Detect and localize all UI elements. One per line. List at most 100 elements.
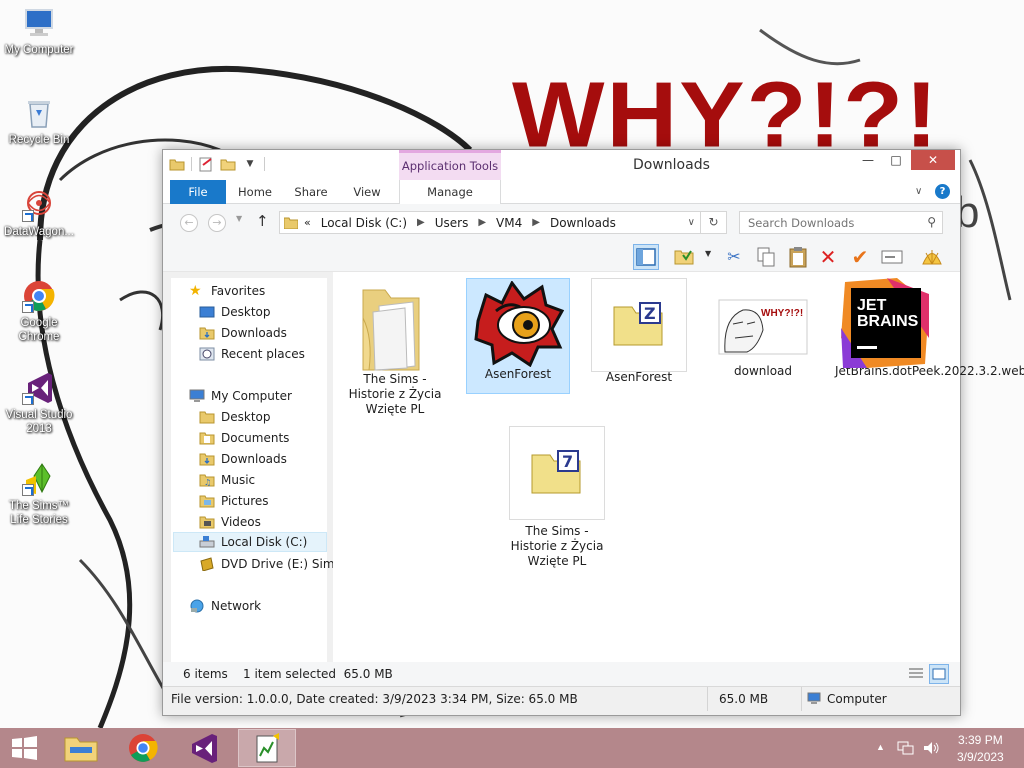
rename-icon[interactable] <box>879 244 905 270</box>
nav-computer-documents[interactable]: Documents <box>199 428 289 448</box>
breadcrumb-overflow[interactable]: « <box>304 216 311 229</box>
maximize-button[interactable]: □ <box>883 150 909 170</box>
forward-button[interactable]: → <box>208 214 226 232</box>
start-button[interactable] <box>0 729 50 767</box>
file-item-selected[interactable]: AsenForest <box>466 278 570 394</box>
desktop-icon-recycle-bin[interactable]: Recycle Bin <box>1 96 77 147</box>
taskbar-visual-studio[interactable] <box>176 729 234 767</box>
address-dropdown-icon[interactable]: ∨ <box>688 217 695 228</box>
checkmark-icon[interactable]: ✔ <box>847 244 873 270</box>
nav-label: Documents <box>221 431 290 445</box>
folder-options-icon[interactable] <box>671 244 697 270</box>
status-details: File version: 1.0.0.0, Date created: 3/9… <box>171 692 578 706</box>
breadcrumb-local-disk[interactable]: Local Disk (C:) <box>321 216 407 230</box>
properties-icon[interactable] <box>198 156 214 172</box>
expand-ribbon-icon[interactable]: ∨ <box>915 186 922 197</box>
taskbar-chrome[interactable] <box>114 729 172 767</box>
star-icon: ★ <box>189 283 202 299</box>
tab-share[interactable]: Share <box>285 180 337 204</box>
clock-time[interactable]: 3:39 PM <box>958 733 1003 747</box>
nav-favorites-desktop[interactable]: Desktop <box>199 302 271 322</box>
tab-view[interactable]: View <box>341 180 393 204</box>
breadcrumb-downloads[interactable]: Downloads <box>550 216 616 230</box>
tab-manage[interactable]: Manage <box>399 180 501 204</box>
help-icon[interactable]: ? <box>935 184 950 199</box>
refresh-button[interactable]: ↻ <box>701 211 727 234</box>
nav-favorites[interactable]: ★ Favorites <box>189 281 265 301</box>
desktop-icon-google-chrome[interactable]: Google Chrome <box>1 279 77 344</box>
cut-icon[interactable]: ✂ <box>721 244 747 270</box>
preview-pane-icon[interactable] <box>633 244 659 270</box>
downloads-folder-icon <box>199 452 215 466</box>
nav-my-computer[interactable]: My Computer <box>189 386 292 406</box>
volume-icon[interactable] <box>922 740 940 759</box>
close-button[interactable]: ✕ <box>911 150 955 170</box>
minimize-button[interactable]: — <box>855 150 881 170</box>
desktop-icon-my-computer[interactable]: My Computer <box>1 6 77 57</box>
breadcrumb-separator: ▶ <box>532 217 540 228</box>
file-name: AsenForest <box>484 367 552 381</box>
file-item[interactable]: Z AsenForest <box>591 278 687 385</box>
nav-label: Recent places <box>221 347 305 361</box>
back-button[interactable]: ← <box>180 214 198 232</box>
copy-icon[interactable] <box>753 244 779 270</box>
pictures-folder-icon <box>199 494 215 508</box>
file-item[interactable]: WHY?!?! download <box>715 278 811 379</box>
desktop-icon-datawagon[interactable]: DataWagon... <box>1 188 77 239</box>
search-icon[interactable]: ⚲ <box>927 215 936 229</box>
tab-file[interactable]: File <box>170 180 226 204</box>
datawagon-icon <box>22 188 56 222</box>
large-icons-view-icon[interactable] <box>929 664 949 684</box>
title-bar[interactable]: ▼ Application Tools Downloads — □ ✕ <box>163 150 960 180</box>
breadcrumb-vm4[interactable]: VM4 <box>496 216 522 230</box>
nav-computer-videos[interactable]: Videos <box>199 512 261 532</box>
customize-qat-icon[interactable]: ▼ <box>242 156 258 172</box>
clock-date[interactable]: 3/9/2023 <box>957 750 1004 764</box>
nav-computer-dvd-drive[interactable]: DVD Drive (E:) SimsL <box>199 554 347 574</box>
up-button[interactable]: ↑ <box>256 212 269 230</box>
file-item[interactable]: 7 The Sims - Historie z Życia Wzięte PL <box>509 426 605 569</box>
address-bar[interactable]: « Local Disk (C:) ▶ Users ▶ VM4 ▶ Downlo… <box>279 211 701 234</box>
nav-computer-downloads[interactable]: Downloads <box>199 449 287 469</box>
nav-label: Downloads <box>221 326 287 340</box>
nav-favorites-downloads[interactable]: Downloads <box>199 323 287 343</box>
shell-icon[interactable] <box>919 244 945 270</box>
tab-home[interactable]: Home <box>229 180 281 204</box>
quick-access-toolbar: ▼ <box>169 156 265 172</box>
desktop-icon-the-sims[interactable]: The Sims™ Life Stories <box>1 462 77 527</box>
nav-network[interactable]: Network <box>189 596 261 616</box>
file-item[interactable]: The Sims - Historie z Życia Wzięte PL <box>347 278 443 417</box>
file-item[interactable]: JET BRAINS JetBrains.dotPeek.2022.3.2.web <box>835 278 1024 379</box>
breadcrumb-users[interactable]: Users <box>435 216 469 230</box>
nav-computer-pictures[interactable]: Pictures <box>199 491 269 511</box>
file-name: download <box>733 364 793 378</box>
network-icon[interactable] <box>896 740 914 759</box>
recent-locations-icon[interactable]: ▼ <box>236 214 242 223</box>
taskbar-sims-setup[interactable] <box>238 729 296 767</box>
show-hidden-icons[interactable]: ▲ <box>876 742 885 752</box>
new-folder-icon[interactable] <box>220 156 236 172</box>
recent-places-icon <box>199 347 215 361</box>
search-input[interactable] <box>740 212 918 233</box>
recycle-bin-icon <box>22 96 56 130</box>
nav-label: Desktop <box>221 410 271 424</box>
7z-archive-icon: 7 <box>509 426 605 520</box>
desktop-icon-label: Visual Studio 2013 <box>5 409 73 435</box>
paste-icon[interactable] <box>785 244 811 270</box>
delete-icon[interactable]: ✕ <box>815 244 841 270</box>
nav-label: Videos <box>221 515 261 529</box>
file-explorer-icon <box>64 737 98 762</box>
nav-computer-local-disk[interactable]: Local Disk (C:) <box>173 532 327 552</box>
file-name: The Sims - Historie z Życia Wzięte PL <box>348 372 442 416</box>
folder-options-dropdown-icon[interactable]: ▼ <box>705 249 711 258</box>
nav-computer-desktop[interactable]: Desktop <box>199 407 271 427</box>
visual-studio-icon <box>192 734 217 763</box>
desktop-icon-visual-studio[interactable]: Visual Studio 2013 <box>1 371 77 436</box>
nav-favorites-recent[interactable]: Recent places <box>199 344 305 364</box>
details-view-icon[interactable] <box>907 666 925 682</box>
taskbar-file-explorer[interactable] <box>52 729 110 767</box>
ribbon-tabs: File Home Share View Manage ∨ ? <box>163 180 960 204</box>
nav-computer-music[interactable]: ♫ Music <box>199 470 255 490</box>
chrome-icon <box>22 279 56 313</box>
nav-label: Network <box>211 599 262 613</box>
